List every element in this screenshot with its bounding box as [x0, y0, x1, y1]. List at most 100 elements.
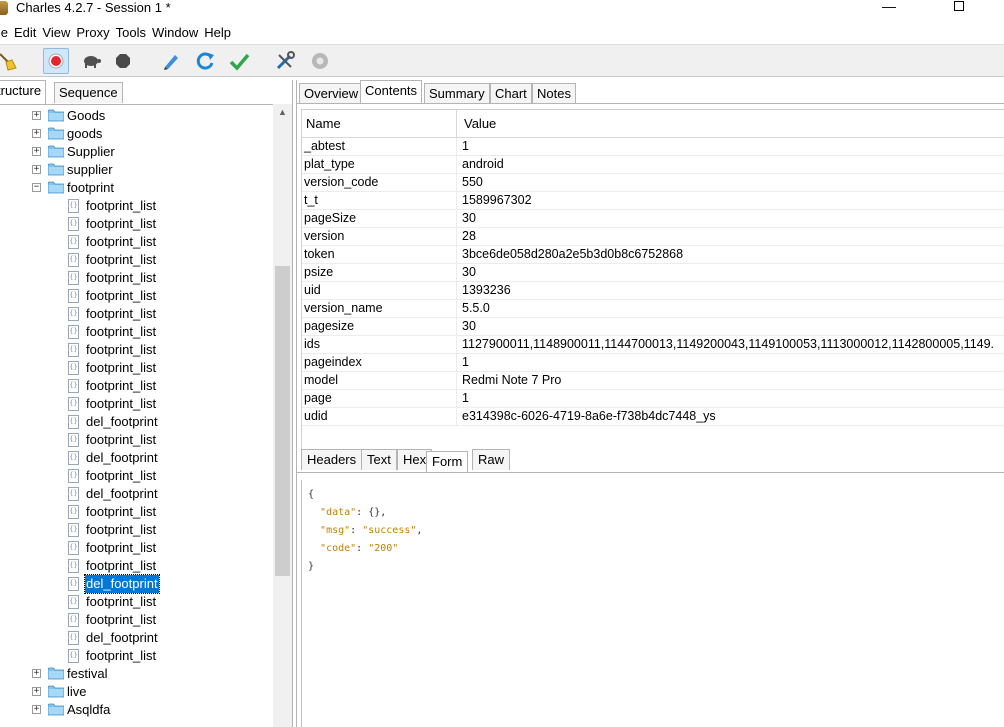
stop-icon[interactable] [110, 48, 136, 74]
expand-icon[interactable]: + [32, 705, 41, 714]
table-row[interactable]: pagesize 30 [302, 318, 1004, 336]
table-row[interactable]: pageindex 1 [302, 354, 1004, 372]
tree-file-row[interactable]: {} del_footprint [0, 629, 273, 647]
menu-edit[interactable]: Edit [11, 22, 39, 43]
tree-file-row[interactable]: {} footprint_list [0, 467, 273, 485]
tab-structure[interactable]: tructure [0, 80, 47, 104]
table-row[interactable]: page 1 [302, 390, 1004, 408]
tab-chart[interactable]: Chart [490, 83, 532, 104]
table-row[interactable]: ids 1127900011,1148900011,1144700013,1149… [302, 336, 1004, 354]
tree-folder-row[interactable]: + Supplier [0, 143, 273, 161]
tree-file-row[interactable]: {} footprint_list [0, 647, 273, 665]
tree-file-row[interactable]: {} footprint_list [0, 251, 273, 269]
menu-bar: ileEditViewProxyToolsWindowHelp [0, 22, 1004, 43]
table-row[interactable]: uid 1393236 [302, 282, 1004, 300]
tree-file-row[interactable]: {} footprint_list [0, 269, 273, 287]
scroll-up-icon[interactable]: ▲ [273, 104, 292, 121]
check-icon[interactable] [226, 48, 252, 74]
expand-icon[interactable]: + [32, 111, 41, 120]
tab-form[interactable]: Form [426, 451, 469, 472]
table-row[interactable]: model Redmi Note 7 Pro [302, 372, 1004, 390]
table-row[interactable]: udid e314398c-6026-4719-8a6e-f738b4dc7448… [302, 408, 1004, 426]
tree-file-row[interactable]: {} footprint_list [0, 593, 273, 611]
table-row[interactable]: t_t 1589967302 [302, 192, 1004, 210]
tree-file-row[interactable]: {} footprint_list [0, 341, 273, 359]
tree-file-row[interactable]: {} del_footprint [0, 449, 273, 467]
settings-icon[interactable] [307, 48, 333, 74]
document-icon: {} [68, 487, 79, 501]
tree-folder-row[interactable]: − footprint [0, 179, 273, 197]
tree-file-row[interactable]: {} del_footprint [0, 485, 273, 503]
tree-file-row[interactable]: {} footprint_list [0, 503, 273, 521]
tab-overview[interactable]: Overview [299, 83, 364, 104]
menu-view[interactable]: View [39, 22, 73, 43]
tree-file-row[interactable]: {} footprint_list [0, 431, 273, 449]
table-row[interactable]: version_name 5.5.0 [302, 300, 1004, 318]
tree-file-row[interactable]: {} footprint_list [0, 359, 273, 377]
maximize-button[interactable] [936, 0, 982, 18]
param-name: t_t [304, 193, 318, 207]
tree-file-row[interactable]: {} footprint_list [0, 215, 273, 233]
tree-file-row[interactable]: {} footprint_list [0, 287, 273, 305]
table-row[interactable]: pageSize 30 [302, 210, 1004, 228]
table-row[interactable]: plat_type android [302, 156, 1004, 174]
table-row[interactable]: psize 30 [302, 264, 1004, 282]
column-separator[interactable] [456, 110, 457, 138]
tree-folder-row[interactable]: + Goods [0, 107, 273, 125]
minimize-button[interactable]: — [866, 0, 912, 18]
tree-scrollbar[interactable]: ▲ [273, 104, 292, 727]
table-row[interactable]: version 28 [302, 228, 1004, 246]
tree-file-row[interactable]: {} footprint_list [0, 197, 273, 215]
expand-icon[interactable]: + [32, 147, 41, 156]
tree-folder-row[interactable]: + goods [0, 125, 273, 143]
expand-icon[interactable]: + [32, 669, 41, 678]
tree-file-row[interactable]: {} del_footprint [0, 413, 273, 431]
param-value: 3bce6de058d280a2e5b3d0b8c6752868 [462, 247, 684, 261]
tree-item-label: Asqldfa [67, 702, 111, 717]
tree-file-row[interactable]: {} footprint_list [0, 395, 273, 413]
tree-file-row[interactable]: {} footprint_list [0, 521, 273, 539]
tree-file-row[interactable]: {} footprint_list [0, 233, 273, 251]
broom-icon[interactable] [0, 48, 20, 74]
table-row[interactable]: version_code 550 [302, 174, 1004, 192]
tree-file-row[interactable]: {} footprint_list [0, 377, 273, 395]
column-header-value[interactable]: Value [464, 110, 496, 138]
tools-icon[interactable] [272, 48, 298, 74]
tree-file-row[interactable]: {} del_footprint [0, 574, 273, 594]
refresh-icon[interactable] [192, 48, 218, 74]
tree-file-row[interactable]: {} footprint_list [0, 557, 273, 575]
tree-file-row[interactable]: {} footprint_list [0, 323, 273, 341]
response-body[interactable]: { "data": {}, "msg": "success", "code": … [301, 480, 1004, 727]
tree-folder-row[interactable]: + Asqldfa [0, 701, 273, 719]
tree-file-row[interactable]: {} footprint_list [0, 611, 273, 629]
expand-icon[interactable]: + [32, 687, 41, 696]
column-header-name[interactable]: Name [306, 110, 341, 138]
menu-window[interactable]: Window [149, 22, 201, 43]
turtle-icon[interactable] [78, 48, 104, 74]
tab-headers[interactable]: Headers [301, 449, 363, 470]
document-icon: {} [68, 559, 79, 573]
menu-help[interactable]: Help [201, 22, 234, 43]
tree-folder-row[interactable]: + supplier [0, 161, 273, 179]
collapse-icon[interactable]: − [32, 183, 41, 192]
menu-tools[interactable]: Tools [113, 22, 149, 43]
record-icon[interactable] [43, 48, 69, 74]
tree-file-row[interactable]: {} footprint_list [0, 539, 273, 557]
tab-raw[interactable]: Raw [472, 449, 511, 470]
menu-file[interactable]: ile [0, 22, 11, 43]
tree-file-row[interactable]: {} footprint_list [0, 305, 273, 323]
table-row[interactable]: token 3bce6de058d280a2e5b3d0b8c6752868 [302, 246, 1004, 264]
tab-notes[interactable]: Notes [532, 83, 576, 104]
tab-summary[interactable]: Summary [424, 83, 490, 104]
tree-folder-row[interactable]: + live [0, 683, 273, 701]
expand-icon[interactable]: + [32, 165, 41, 174]
table-row[interactable]: _abtest 1 [302, 138, 1004, 156]
tab-sequence[interactable]: Sequence [54, 82, 123, 103]
tab-text[interactable]: Text [361, 449, 397, 470]
menu-proxy[interactable]: Proxy [73, 22, 112, 43]
expand-icon[interactable]: + [32, 129, 41, 138]
pen-icon[interactable] [158, 48, 184, 74]
scroll-thumb[interactable] [275, 266, 290, 576]
tree-folder-row[interactable]: + festival [0, 665, 273, 683]
tab-contents[interactable]: Contents [360, 80, 423, 104]
